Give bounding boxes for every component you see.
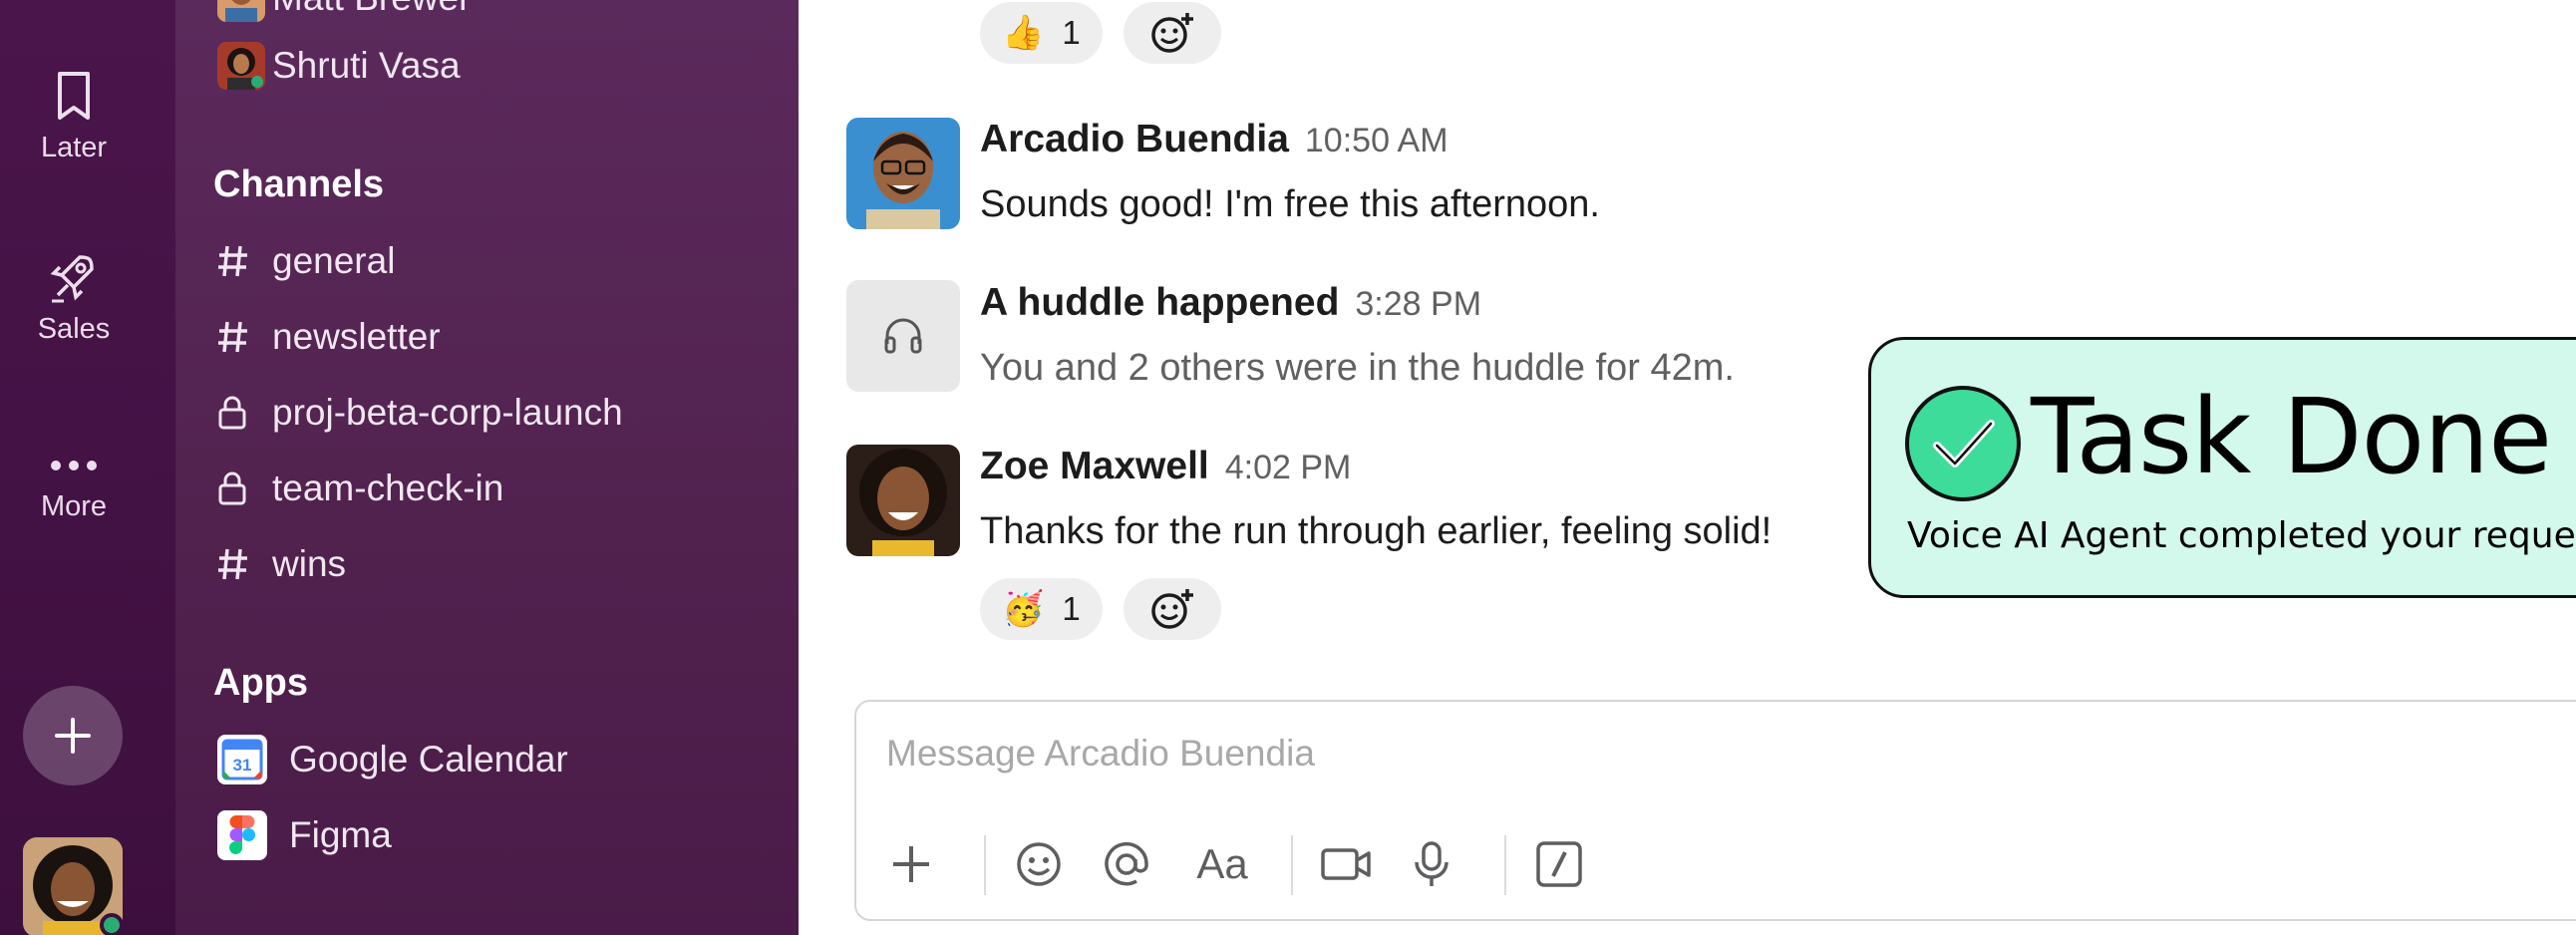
- emoji-button[interactable]: [1004, 829, 1074, 899]
- rail-item-label: Sales: [37, 313, 111, 345]
- zoe-portrait: [846, 445, 960, 556]
- hash-icon: [218, 245, 247, 277]
- message-author[interactable]: Zoe Maxwell 4:02 PM: [980, 445, 1351, 488]
- rail-item-label: More: [40, 490, 108, 522]
- message-timestamp[interactable]: 10:50 AM: [1305, 122, 1449, 159]
- sidebar-item-label: proj-beta-corp-launch: [272, 392, 623, 433]
- lock-icon: [218, 471, 246, 505]
- format-icon: Aa: [1196, 840, 1248, 887]
- rail-item-later[interactable]: Later: [0, 70, 148, 164]
- task-done-toast: Task Done Voice AI Agent completed your …: [1868, 337, 2576, 598]
- avatar: [217, 0, 265, 22]
- sidebar-item-wins[interactable]: wins: [217, 534, 346, 594]
- reaction-pill[interactable]: 👍 1: [980, 2, 1103, 64]
- sidebar-item-general[interactable]: general: [217, 231, 395, 291]
- plus-icon: [55, 718, 91, 754]
- message-author[interactable]: Arcadio Buendia 10:50 AM: [980, 118, 1449, 161]
- plus-icon: [893, 846, 929, 882]
- hash-icon: [218, 548, 247, 580]
- slash-command-button[interactable]: [1524, 829, 1594, 899]
- sidebar-item-label: Shruti Vasa: [272, 45, 461, 86]
- sidebar-item-dm[interactable]: Matt Brewer: [217, 0, 471, 28]
- toast-subtitle: Voice AI Agent completed your request: [1907, 515, 2576, 556]
- add-workspace-button[interactable]: [23, 686, 123, 785]
- apps-heading[interactable]: Apps: [213, 662, 308, 705]
- huddle-avatar: [846, 280, 960, 392]
- sidebar-item-label: Matt Brewer: [272, 0, 471, 19]
- figma-icon: [217, 810, 267, 860]
- microphone-icon: [1415, 841, 1449, 886]
- sidebar-item-dm[interactable]: Shruti Vasa: [217, 36, 461, 96]
- reaction-count: 1: [1062, 590, 1081, 627]
- arcadio-portrait: [846, 118, 960, 229]
- author-name: A huddle happened: [980, 281, 1340, 324]
- thumbs-up-emoji: 👍: [1002, 14, 1045, 52]
- sidebar-item-figma[interactable]: Figma: [217, 805, 392, 865]
- add-reaction-icon: [1151, 13, 1193, 53]
- sidebar-item-team-check-in[interactable]: team-check-in: [217, 459, 503, 518]
- rail-item-sales[interactable]: Sales: [0, 251, 148, 346]
- add-reaction-button[interactable]: [1124, 2, 1221, 64]
- message-text: You and 2 others were in the huddle for …: [980, 347, 1735, 389]
- video-icon: [1321, 848, 1371, 880]
- bookmark-icon: [58, 72, 90, 120]
- channels-heading[interactable]: Channels: [213, 163, 384, 206]
- avatar: [217, 42, 265, 90]
- message-timestamp[interactable]: 4:02 PM: [1225, 449, 1352, 486]
- attach-button[interactable]: [876, 829, 946, 899]
- google-calendar-icon: 31: [217, 735, 267, 784]
- rail-item-more[interactable]: More: [0, 451, 148, 523]
- reaction-pill[interactable]: 🥳 1: [980, 578, 1103, 640]
- workspace-rail: Later Sales More: [0, 0, 175, 935]
- calendar-date: 31: [233, 756, 252, 775]
- sidebar-item-label: newsletter: [272, 316, 441, 357]
- sidebar-item-label: general: [272, 240, 396, 281]
- sidebar-item-label: Figma: [289, 814, 392, 855]
- toolbar-divider: [1504, 835, 1506, 895]
- add-reaction-button[interactable]: [1124, 578, 1221, 640]
- emoji-icon: [1017, 842, 1061, 886]
- toolbar-divider: [1291, 835, 1293, 895]
- sidebar-item-newsletter[interactable]: newsletter: [217, 307, 441, 367]
- party-face-emoji: 🥳: [1002, 590, 1045, 628]
- sidebar-item-label: wins: [272, 543, 347, 584]
- avatar[interactable]: [846, 445, 960, 556]
- message-author: A huddle happened 3:28 PM: [980, 281, 1481, 325]
- sidebar-item-label: team-check-in: [272, 468, 504, 508]
- toast-title: Task Done: [2031, 376, 2552, 497]
- sidebar-item-label: Google Calendar: [289, 739, 568, 779]
- presence-indicator: [100, 913, 124, 935]
- rocket-icon: [50, 255, 94, 303]
- author-name[interactable]: Zoe Maxwell: [980, 445, 1209, 487]
- rail-item-label: Later: [40, 132, 108, 163]
- message-composer: Aa: [854, 700, 2576, 921]
- message-input[interactable]: [886, 724, 2282, 783]
- message-text: Sounds good! I'm free this afternoon.: [980, 183, 1600, 225]
- reaction-count: 1: [1062, 14, 1081, 51]
- channel-sidebar: Matt Brewer Shruti Vasa Channels general…: [175, 0, 799, 935]
- headphones-icon: [884, 318, 922, 354]
- sidebar-item-proj-beta-corp-launch[interactable]: proj-beta-corp-launch: [217, 383, 623, 443]
- message-timestamp[interactable]: 3:28 PM: [1355, 285, 1481, 323]
- checkmark-icon: [1905, 386, 2021, 501]
- author-name[interactable]: Arcadio Buendia: [980, 118, 1289, 160]
- audio-clip-button[interactable]: [1397, 829, 1466, 899]
- toolbar-divider: [984, 835, 986, 895]
- mention-icon: [1105, 841, 1148, 886]
- sidebar-item-google-calendar[interactable]: 31 Google Calendar: [217, 730, 568, 789]
- slash-command-icon: [1536, 841, 1582, 887]
- ellipsis-icon: [51, 461, 97, 470]
- video-button[interactable]: [1311, 829, 1381, 899]
- lock-icon: [218, 396, 246, 430]
- add-reaction-icon: [1151, 589, 1193, 629]
- hash-icon: [218, 321, 247, 353]
- avatar[interactable]: [846, 118, 960, 229]
- message-text: Thanks for the run through earlier, feel…: [980, 510, 1772, 552]
- format-button[interactable]: Aa: [1177, 829, 1267, 899]
- mention-button[interactable]: [1092, 829, 1161, 899]
